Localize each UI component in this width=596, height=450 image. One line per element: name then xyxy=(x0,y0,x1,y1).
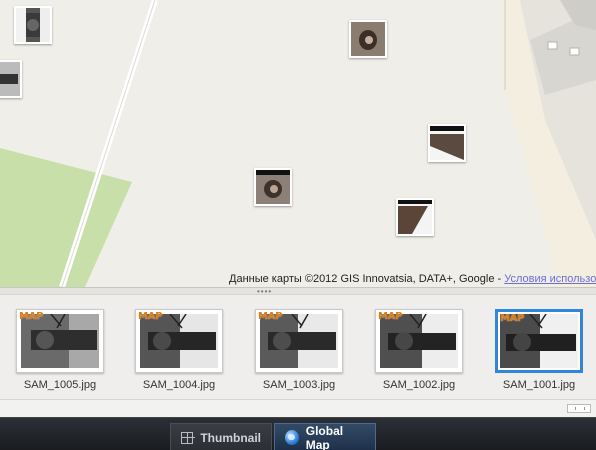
filmstrip: MAP SAM_1005.jpg MAP SAM_1004.jpg MAP SA… xyxy=(0,295,596,399)
terms-link[interactable]: Условия использования xyxy=(504,273,596,285)
thumbnail-photo xyxy=(260,314,338,368)
thumbnail-photo xyxy=(380,314,458,368)
map-badge: MAP xyxy=(258,311,283,322)
tab-thumbnail-label: Thumbnail xyxy=(200,430,261,445)
thumbnail-label: SAM_1002.jpg xyxy=(382,379,456,391)
map-badge: MAP xyxy=(19,311,44,322)
thumbnail-photo xyxy=(140,314,218,368)
pin-photo xyxy=(398,200,432,234)
thumbnail-image-selected[interactable]: MAP xyxy=(495,309,583,373)
map-attribution: Данные карты ©2012 GIS Innovatsia, DATA+… xyxy=(229,272,596,286)
pin-photo xyxy=(430,126,464,160)
thumbnail-label: SAM_1005.jpg xyxy=(23,379,97,391)
photo-pin-4[interactable] xyxy=(428,124,466,162)
thumbnail-image[interactable]: MAP xyxy=(16,309,104,373)
thumbnail-label: SAM_1003.jpg xyxy=(262,379,336,391)
photo-pin-1[interactable] xyxy=(14,6,52,44)
thumbnail-label: SAM_1004.jpg xyxy=(142,379,216,391)
photo-pin-2[interactable] xyxy=(0,60,22,98)
pin-photo xyxy=(351,22,385,56)
scrollbar-thumb[interactable] xyxy=(567,404,591,413)
photo-pin-3[interactable] xyxy=(349,20,387,58)
map-badge: MAP xyxy=(500,313,525,324)
filmstrip-scrollbar[interactable] xyxy=(0,399,596,417)
panel-splitter[interactable]: •••• xyxy=(0,287,596,296)
pin-photo xyxy=(26,13,40,37)
map-view[interactable]: Данные карты ©2012 GIS Innovatsia, DATA+… xyxy=(0,0,596,287)
photo-pin-6[interactable] xyxy=(396,198,434,236)
map-tiles xyxy=(0,0,596,287)
tab-thumbnail[interactable]: Thumbnail xyxy=(170,423,272,450)
pin-photo xyxy=(0,62,20,96)
globe-icon xyxy=(285,430,299,445)
thumbnail-image[interactable]: MAP xyxy=(375,309,463,373)
filmstrip-item[interactable]: MAP SAM_1003.jpg xyxy=(253,309,345,391)
map-badge: MAP xyxy=(138,311,163,322)
thumbnail-image[interactable]: MAP xyxy=(135,309,223,373)
tab-global-map[interactable]: Global Map xyxy=(274,423,376,450)
thumbnail-image[interactable]: MAP xyxy=(255,309,343,373)
thumbnail-label: SAM_1001.jpg xyxy=(502,379,576,391)
pin-photo xyxy=(256,170,290,204)
filmstrip-item[interactable]: MAP SAM_1001.jpg xyxy=(493,309,585,391)
thumbnail-photo xyxy=(21,314,99,368)
map-badge: MAP xyxy=(378,311,403,322)
view-tab-bar: Thumbnail Global Map xyxy=(0,417,596,450)
filmstrip-item[interactable]: MAP SAM_1005.jpg xyxy=(14,309,106,391)
attribution-text: Данные карты ©2012 GIS Innovatsia, DATA+… xyxy=(229,273,505,285)
grid-icon xyxy=(181,431,196,444)
filmstrip-item[interactable]: MAP SAM_1004.jpg xyxy=(133,309,225,391)
photo-pin-5[interactable] xyxy=(254,168,292,206)
filmstrip-item[interactable]: MAP SAM_1002.jpg xyxy=(373,309,465,391)
tab-global-map-label: Global Map xyxy=(305,423,344,450)
